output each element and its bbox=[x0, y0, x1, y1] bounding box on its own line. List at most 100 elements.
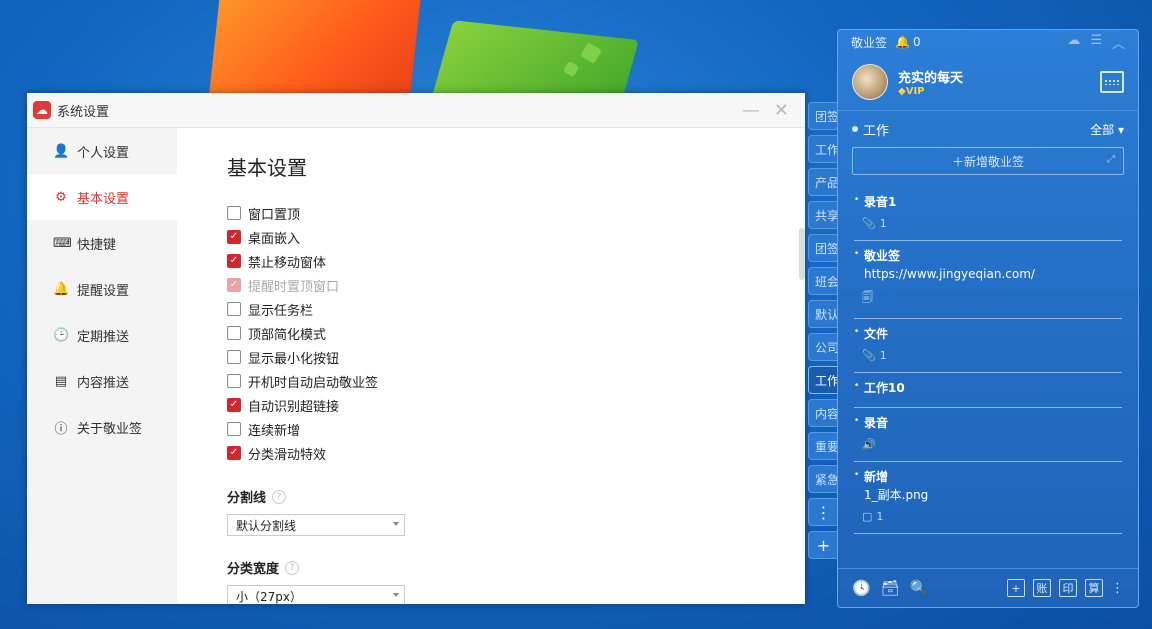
note-item[interactable]: • 录音 🔊 bbox=[854, 408, 1122, 462]
category-tab[interactable]: 团签 bbox=[808, 234, 838, 262]
new-note-button[interactable]: ＋新增敬业签 ⤢ bbox=[852, 147, 1124, 175]
checkbox[interactable]: ✓ bbox=[227, 278, 241, 292]
option-row[interactable]: 显示任务栏 bbox=[227, 297, 805, 321]
option-row[interactable]: ✓ 自动识别超链接 bbox=[227, 393, 805, 417]
category-tab[interactable]: 重要 bbox=[808, 432, 838, 460]
option-row[interactable]: 开机时自动启动敬业签 bbox=[227, 369, 805, 393]
add-category-icon[interactable]: + bbox=[808, 531, 838, 559]
option-label: 显示任务栏 bbox=[248, 303, 314, 319]
settings-icon: ⚙ bbox=[55, 189, 67, 205]
option-label: 顶部简化模式 bbox=[248, 327, 327, 343]
divider-field-label: 分割线 ? bbox=[227, 487, 805, 506]
sidebar-item-0[interactable]: 👤 个人设置 bbox=[27, 128, 177, 174]
option-row[interactable]: ✓ 分类滑动特效 bbox=[227, 441, 805, 465]
checkbox[interactable] bbox=[227, 206, 241, 220]
avatar[interactable] bbox=[852, 64, 888, 100]
option-row[interactable]: ✓ 提醒时置顶窗口 bbox=[227, 273, 805, 297]
sidebar-item-6[interactable]: ⓘ 关于敬业签 bbox=[27, 404, 177, 450]
category-tab[interactable]: 内容 bbox=[808, 399, 838, 427]
option-label: 自动识别超链接 bbox=[248, 399, 340, 415]
checkbox[interactable] bbox=[227, 326, 241, 340]
option-label: 开机时自动启动敬业签 bbox=[248, 375, 379, 391]
checkbox[interactable] bbox=[227, 302, 241, 316]
note-meta: 📎 1 bbox=[862, 349, 887, 362]
category-tab[interactable]: 共享 bbox=[808, 201, 838, 229]
sidebar-item-2[interactable]: ⌨ 快捷键 bbox=[27, 220, 177, 266]
note-item[interactable]: • 新增 1_副本.png ▢ 1 bbox=[854, 462, 1122, 534]
option-label: 连续新增 bbox=[248, 423, 301, 439]
more-icon[interactable]: ⋮ bbox=[808, 498, 838, 526]
vip-badge: ◆VIP bbox=[898, 86, 925, 97]
note-item[interactable]: • 工作10 bbox=[854, 373, 1122, 408]
category-tab[interactable]: 团签 bbox=[808, 102, 838, 130]
width-select[interactable]: 小（27px） bbox=[227, 585, 405, 604]
option-row[interactable]: 顶部简化模式 bbox=[227, 321, 805, 345]
note-meta: ▢ 1 bbox=[862, 510, 884, 523]
minimize-icon[interactable]: — bbox=[742, 100, 760, 121]
category-tab[interactable]: 产品 bbox=[808, 168, 838, 196]
category-tab[interactable]: 紧急 bbox=[808, 465, 838, 493]
collapse-icon[interactable]: ︿ bbox=[1112, 33, 1125, 52]
help-icon[interactable]: ? bbox=[285, 560, 300, 575]
sidebar-item-1[interactable]: ⚙ 基本设置 bbox=[27, 174, 177, 220]
checkbox[interactable] bbox=[227, 374, 241, 388]
close-icon[interactable]: ✕ bbox=[774, 100, 789, 121]
cloud-sync-icon[interactable]: ☁ bbox=[1067, 33, 1080, 52]
sidebar-item-4[interactable]: 🕒 定期推送 bbox=[27, 312, 177, 358]
checkbox[interactable]: ✓ bbox=[227, 254, 241, 268]
settings-titlebar[interactable]: ☁ 系统设置 — ✕ bbox=[27, 93, 805, 128]
note-item[interactable]: • 敬业签 https://www.jingyeqian.com/ 🗐 bbox=[854, 241, 1122, 319]
scrollbar-thumb[interactable] bbox=[799, 228, 805, 280]
category-tab[interactable]: 工作 bbox=[808, 135, 838, 163]
expand-icon[interactable]: ⤢ bbox=[1107, 154, 1115, 165]
help-icon[interactable]: ? bbox=[272, 489, 287, 504]
bullet-icon: • bbox=[854, 381, 860, 391]
checkbox[interactable] bbox=[227, 422, 241, 436]
category-tab[interactable]: 默认 bbox=[808, 300, 838, 328]
footer-button-1[interactable]: 账 bbox=[1033, 579, 1051, 597]
attachment-icon: ▢ bbox=[862, 510, 873, 523]
app-logo-icon: ☁ bbox=[33, 101, 51, 119]
note-item[interactable]: • 录音1 📎 1 bbox=[854, 187, 1122, 241]
sidebar-item-5[interactable]: ▤ 内容推送 bbox=[27, 358, 177, 404]
option-row[interactable]: 窗口置顶 bbox=[227, 201, 805, 225]
divider-select[interactable]: 默认分割线 bbox=[227, 514, 405, 536]
note-text[interactable]: https://www.jingyeqian.com/ bbox=[864, 265, 1122, 283]
option-row[interactable]: 连续新增 bbox=[227, 417, 805, 441]
calendar-icon[interactable] bbox=[1100, 71, 1124, 93]
note-meta: 📎 1 bbox=[862, 217, 887, 230]
footer-button-2[interactable]: 印 bbox=[1059, 579, 1077, 597]
menu-icon[interactable]: ☰ bbox=[1090, 33, 1102, 52]
note-title: 录音 bbox=[864, 416, 889, 430]
bell-icon: 🔔 bbox=[53, 281, 70, 297]
footer-button-0[interactable]: + bbox=[1007, 579, 1025, 597]
more-icon[interactable]: ⋮ bbox=[1111, 581, 1124, 596]
option-row[interactable]: 显示最小化按钮 bbox=[227, 345, 805, 369]
checkbox[interactable]: ✓ bbox=[227, 446, 241, 460]
option-label: 分类滑动特效 bbox=[248, 447, 327, 463]
reminder-count: 0 bbox=[912, 35, 921, 49]
category-tab[interactable]: 工作 bbox=[808, 366, 838, 394]
checkbox[interactable]: ✓ bbox=[227, 398, 241, 412]
note-meta: 🔊 bbox=[862, 438, 1122, 451]
filter-dropdown[interactable]: 全部 ▾ bbox=[1090, 121, 1124, 138]
panel-footer: 🕓 🗃 🔍 + 账印算 ⋮ bbox=[838, 568, 1138, 607]
footer-button-3[interactable]: 算 bbox=[1085, 579, 1103, 597]
checkbox[interactable] bbox=[227, 350, 241, 364]
category-row: 工作 全部 ▾ bbox=[838, 111, 1138, 139]
document-icon: ▤ bbox=[54, 373, 68, 389]
sidebar-item-3[interactable]: 🔔 提醒设置 bbox=[27, 266, 177, 312]
note-title: 工作10 bbox=[864, 381, 905, 395]
checkbox[interactable]: ✓ bbox=[227, 230, 241, 244]
category-name: 工作 bbox=[863, 123, 890, 139]
note-title: 文件 bbox=[864, 327, 889, 341]
option-row[interactable]: ✓ 桌面嵌入 bbox=[227, 225, 805, 249]
clock-icon[interactable]: 🕓 bbox=[852, 579, 871, 597]
search-icon[interactable]: 🔍 bbox=[910, 579, 929, 597]
option-row[interactable]: ✓ 禁止移动窗体 bbox=[227, 249, 805, 273]
archive-icon[interactable]: 🗃 bbox=[881, 579, 900, 597]
category-tab[interactable]: 班会 bbox=[808, 267, 838, 295]
bell-icon[interactable]: 🔔 bbox=[895, 35, 910, 49]
note-item[interactable]: • 文件 📎 1 bbox=[854, 319, 1122, 373]
category-tab[interactable]: 公司 bbox=[808, 333, 838, 361]
